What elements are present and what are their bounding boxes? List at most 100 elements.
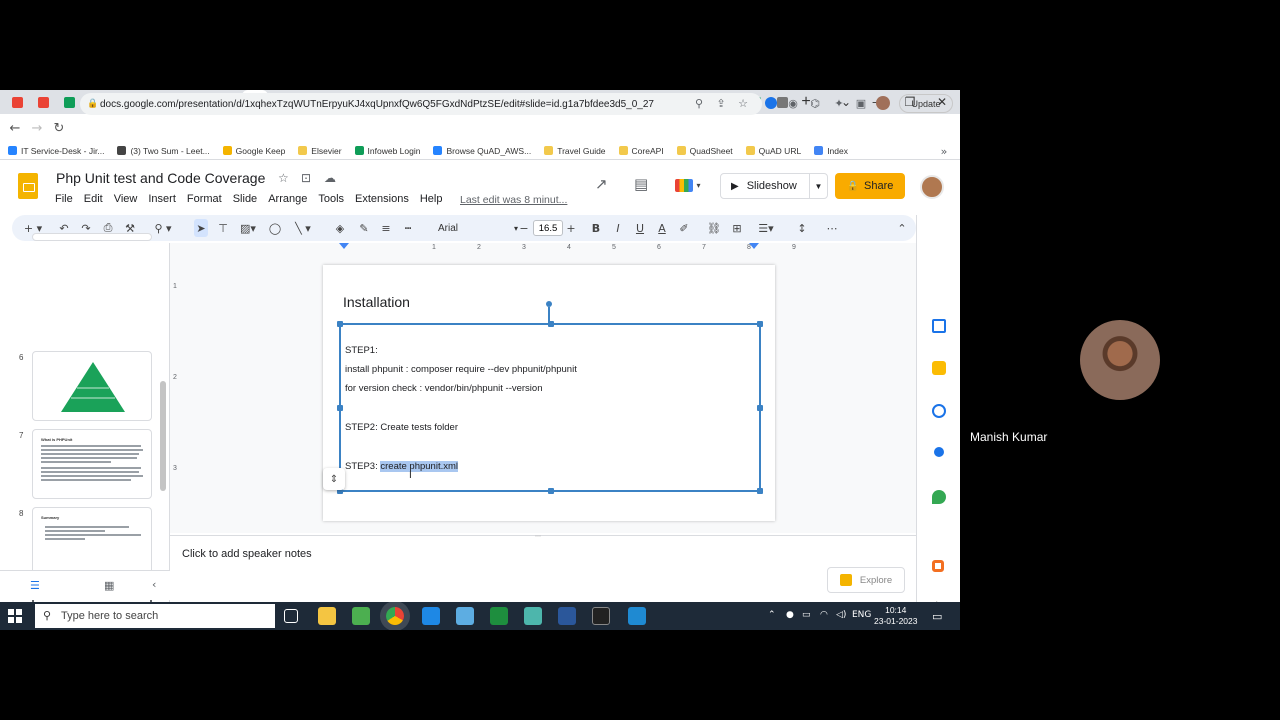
filmstrip-view-icon[interactable]: ☰ [30, 579, 40, 592]
slide-title[interactable]: Installation [343, 294, 410, 310]
menu-help[interactable]: Help [420, 193, 443, 205]
reload-icon[interactable]: ↻ [48, 117, 70, 139]
more-options-icon[interactable]: ⋯ [824, 219, 840, 237]
wifi-icon[interactable]: ◠ [820, 610, 828, 620]
last-edit-link[interactable]: Last edit was 8 minut... [460, 194, 567, 206]
menu-insert[interactable]: Insert [148, 193, 176, 205]
menu-view[interactable]: View [114, 193, 138, 205]
bookmark-star-icon[interactable]: ☆ [734, 94, 752, 112]
comments-icon[interactable]: ▤ [634, 175, 648, 193]
network-icon[interactable]: ▭ [802, 610, 811, 620]
line-spacing-icon[interactable]: ↕ [794, 219, 810, 237]
text-line-step3[interactable]: STEP3: create phpunit.xml [345, 461, 458, 472]
tasks-icon[interactable] [932, 404, 946, 418]
back-icon[interactable]: ← [4, 117, 26, 139]
resize-handle[interactable] [337, 405, 343, 411]
highlight-icon[interactable]: ✐ [677, 219, 691, 237]
ruler-indent-marker-right[interactable] [749, 243, 759, 249]
filmstrip-scrollbar[interactable] [160, 381, 166, 491]
decrease-font-icon[interactable]: − [518, 219, 530, 237]
resize-handle[interactable] [337, 321, 343, 327]
zoom-icon[interactable]: ⚲ ▾ [150, 219, 176, 237]
chrome-icon[interactable] [386, 607, 404, 625]
tray-expand-icon[interactable]: ⌃ [768, 610, 776, 620]
share-button[interactable]: 🔒 Share [835, 173, 905, 199]
resize-handle[interactable] [757, 321, 763, 327]
extension-check-icon[interactable] [762, 94, 780, 112]
activity-trend-icon[interactable]: ↗ [595, 175, 608, 193]
bold-icon[interactable]: B [589, 219, 603, 237]
cloud-status-icon[interactable]: ☁ [324, 171, 336, 185]
comment-add-icon[interactable]: ⊞ [729, 219, 745, 237]
italic-icon[interactable]: I [611, 219, 625, 237]
menu-slide[interactable]: Slide [233, 193, 257, 205]
bookmark-item[interactable]: Infoweb Login [354, 146, 420, 156]
maps-icon[interactable] [932, 490, 946, 504]
notification-icon[interactable]: ▭ [932, 610, 942, 623]
bookmark-item[interactable]: Elsevier [298, 146, 342, 156]
mic-icon[interactable]: ● [786, 610, 794, 620]
terminal-icon[interactable] [592, 607, 610, 625]
select-cursor-icon[interactable]: ➤ [194, 219, 208, 237]
notepad-icon[interactable] [352, 607, 370, 625]
border-color-icon[interactable]: ✎ [356, 219, 372, 237]
more-bookmarks-icon[interactable]: » [935, 142, 953, 160]
star-icon[interactable]: ☆ [278, 171, 289, 185]
slide-thumbnail-8[interactable]: Summary [32, 507, 152, 577]
slide-thumbnail-5[interactable] [32, 233, 152, 241]
speaker-notes[interactable]: ⋯ Click to add speaker notes [170, 533, 916, 603]
windows-start-icon[interactable] [8, 609, 22, 623]
bookmark-item[interactable]: Index [814, 146, 848, 156]
profile-avatar[interactable] [874, 94, 892, 112]
font-select[interactable]: Arial ▾ [438, 219, 518, 237]
font-size-input[interactable]: 16.5 [533, 220, 563, 236]
browser-tab[interactable] [30, 90, 56, 114]
grid-view-icon[interactable]: ▦ [104, 579, 114, 592]
bookmark-item[interactable]: QuAD URL [745, 146, 801, 156]
ruler-indent-marker-left[interactable] [339, 243, 349, 249]
notes-drag-handle[interactable]: ⋯ [535, 533, 541, 540]
explore-button[interactable]: Explore [827, 567, 905, 593]
text-line-version-check[interactable]: for version check : vendor/bin/phpunit -… [345, 383, 543, 394]
menu-extensions[interactable]: Extensions [355, 193, 409, 205]
text-line-step2[interactable]: STEP2: Create tests folder [345, 422, 458, 433]
zoom-icon[interactable]: ⚲ [690, 94, 708, 112]
body-textbox[interactable]: STEP1: install phpunit : composer requir… [323, 321, 763, 494]
file-explorer-icon[interactable] [318, 607, 336, 625]
resize-handle[interactable] [548, 321, 554, 327]
bookmark-item[interactable]: QuadSheet [676, 146, 733, 156]
slideshow-button[interactable]: ▶ Slideshow ▼ [720, 173, 828, 199]
taskbar-search[interactable]: ⚲ Type here to search [35, 604, 275, 628]
image-icon[interactable]: ▨▾ [237, 219, 259, 237]
border-dash-icon[interactable]: ┅ [400, 219, 416, 237]
vscode-icon[interactable] [628, 607, 646, 625]
slides-logo-icon[interactable] [18, 173, 38, 199]
link-icon[interactable]: ⛓ [706, 219, 722, 237]
app-icon-3[interactable] [524, 607, 542, 625]
extension-camera-icon[interactable]: ◉ [784, 94, 802, 112]
volume-icon[interactable]: ◁) [836, 610, 846, 620]
calendar-icon[interactable] [932, 319, 946, 333]
task-view-icon[interactable] [284, 609, 298, 623]
slide-thumbnail-7[interactable]: What is PHPUnit [32, 429, 152, 499]
slide-thumbnail-6[interactable] [32, 351, 152, 421]
textbox-icon[interactable]: ⊤ [215, 219, 231, 237]
underline-icon[interactable]: U [633, 219, 647, 237]
resize-handle[interactable] [757, 405, 763, 411]
account-avatar[interactable] [920, 175, 944, 199]
sidepanel-icon[interactable]: ▣ [852, 94, 870, 112]
resize-handle[interactable] [757, 488, 763, 494]
extension-icon[interactable]: ⌬ [806, 94, 824, 112]
resize-handle[interactable] [548, 488, 554, 494]
omnibox[interactable]: 🔒 docs.google.com/presentation/d/1xqhexT… [80, 93, 762, 115]
text-color-icon[interactable]: A [655, 219, 669, 237]
app-icon-2[interactable] [456, 607, 474, 625]
bookmark-item[interactable]: Google Keep [222, 146, 285, 156]
bookmark-item[interactable]: CoreAPI [618, 146, 664, 156]
document-title[interactable]: Php Unit test and Code Coverage [56, 170, 265, 186]
menu-format[interactable]: Format [187, 193, 222, 205]
menu-file[interactable]: File [55, 193, 73, 205]
keep-icon[interactable] [932, 361, 946, 375]
contacts-icon[interactable] [934, 447, 944, 457]
bookmark-item[interactable]: Browse QuAD_AWS... [433, 146, 531, 156]
